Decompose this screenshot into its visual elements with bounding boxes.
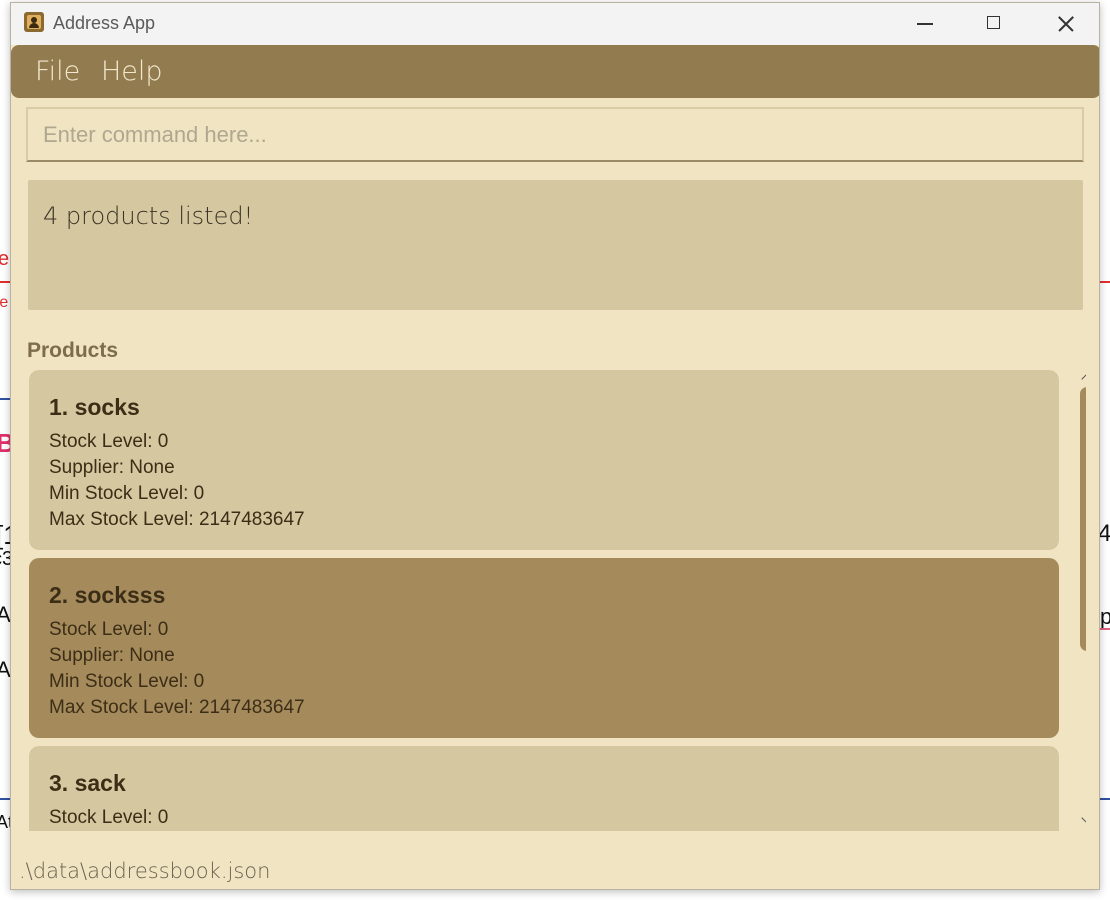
product-max-stock: Max Stock Level: 2147483647 — [49, 697, 305, 718]
address-book-icon — [24, 12, 44, 32]
product-card[interactable]: 3. sack Stock Level: 0 — [29, 746, 1059, 831]
result-display: 4 products listed! — [28, 180, 1083, 310]
scroll-up-icon[interactable] — [1081, 371, 1086, 383]
bg-fragment: re — [0, 294, 9, 311]
products-section-title: Products — [27, 339, 119, 362]
bg-divider — [1100, 628, 1110, 630]
product-min-stock: Min Stock Level: 0 — [49, 671, 205, 692]
product-max-stock: Max Stock Level: 2147483647 — [49, 509, 305, 530]
result-message: 4 products listed! — [43, 202, 254, 230]
data-file-path: .\data\addressbook.json — [19, 859, 271, 883]
bg-fragment: pc — [1100, 604, 1110, 629]
product-name: 1. socks — [49, 394, 140, 420]
window-title: Address App — [53, 13, 156, 33]
bg-divider — [0, 798, 10, 800]
product-supplier: Supplier: None — [49, 457, 175, 478]
product-supplier: Supplier: None — [49, 645, 175, 666]
product-stock-level: Stock Level: 0 — [49, 619, 169, 640]
product-name: 2. socksss — [49, 582, 166, 608]
product-min-stock: Min Stock Level: 0 — [49, 483, 205, 504]
command-input[interactable] — [28, 109, 1082, 160]
scroll-down-icon[interactable] — [1081, 815, 1086, 827]
scroll-thumb[interactable] — [1080, 387, 1086, 651]
product-card-selected[interactable]: 2. socksss Stock Level: 0 Supplier: None… — [29, 558, 1059, 738]
product-name: 3. sack — [49, 770, 126, 796]
product-list[interactable]: 1. socks Stock Level: 0 Supplier: None M… — [26, 367, 1086, 831]
bg-divider — [0, 281, 10, 283]
bg-divider — [0, 398, 10, 400]
product-stock-level: Stock Level: 0 — [49, 807, 169, 828]
menu-bar: File Help — [11, 45, 1099, 98]
maximize-icon[interactable] — [971, 3, 1017, 45]
bg-divider — [1100, 798, 1110, 800]
command-box — [26, 107, 1084, 162]
list-scrollbar[interactable] — [1077, 367, 1086, 831]
bg-divider — [1100, 281, 1110, 283]
product-card[interactable]: 1. socks Stock Level: 0 Supplier: None M… — [29, 370, 1059, 550]
menu-help[interactable]: Help — [101, 56, 163, 87]
title-bar[interactable]: Address App — [11, 3, 1099, 45]
product-stock-level: Stock Level: 0 — [49, 431, 169, 452]
menu-file[interactable]: File — [35, 56, 80, 87]
minimize-icon[interactable] — [901, 3, 947, 45]
close-icon[interactable] — [1041, 3, 1087, 45]
app-window: Address App File Help 4 products listed!… — [10, 2, 1100, 890]
bg-fragment: e — [0, 248, 10, 270]
status-bar: .\data\addressbook.json — [11, 849, 1099, 889]
